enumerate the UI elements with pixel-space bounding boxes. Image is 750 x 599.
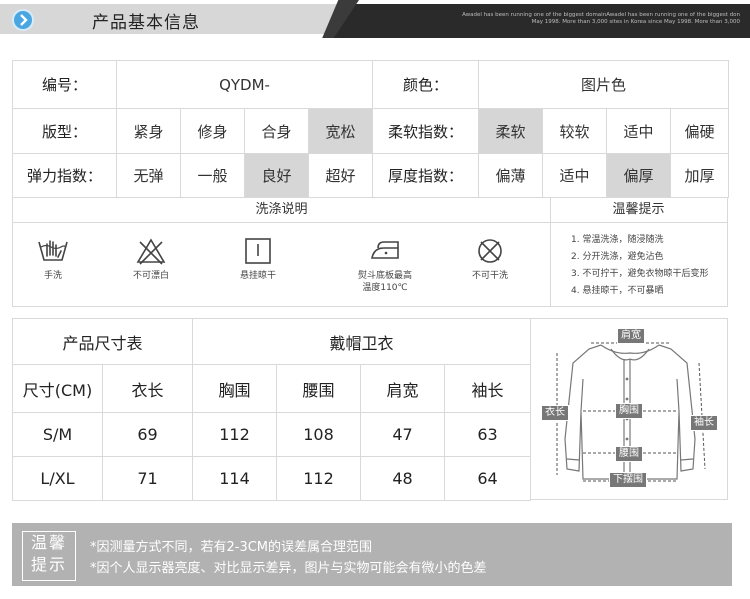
tips-title: 温馨提示 bbox=[550, 198, 727, 223]
size-cell: 64 bbox=[444, 456, 532, 501]
notice-line: *因测量方式不同，若有2-3CM的误差属合理范围 bbox=[90, 540, 373, 555]
wash-item-label: 不可干洗 bbox=[471, 271, 508, 281]
tips-list: 1. 常温洗涤，随浸随洗 2. 分开洗涤，避免沾色 3. 不可拧干，避免衣物晾干… bbox=[571, 232, 731, 300]
size-cell: 71 bbox=[101, 456, 194, 501]
measurement-diagram: 肩宽 衣长 胸围 袖长 腰围 下摆围 bbox=[530, 318, 728, 500]
product-name: 戴帽卫衣 bbox=[192, 318, 532, 365]
waist-label: 腰围 bbox=[615, 446, 643, 462]
color-label: 颜色： bbox=[372, 60, 479, 109]
size-header: 胸围 bbox=[192, 364, 278, 413]
tip-item: 3. 不可拧干，避免衣物晾干后变形 bbox=[571, 269, 709, 279]
notice-badge: 温馨 提示 bbox=[22, 531, 76, 581]
table-row: L/XL 71 114 112 48 64 bbox=[12, 456, 532, 501]
size-cell: 112 bbox=[276, 456, 362, 501]
wash-item: 手洗 bbox=[13, 236, 93, 282]
notice-banner: 温馨 提示 *因测量方式不同，若有2-3CM的误差属合理范围 *因个人显示器亮度… bbox=[12, 523, 732, 586]
thickness-option: 加厚 bbox=[669, 153, 730, 198]
size-cell: 63 bbox=[444, 412, 532, 457]
tip-item: 2. 分开洗涤，避免沾色 bbox=[571, 252, 664, 262]
tip-item: 1. 常温洗涤，随浸随洗 bbox=[571, 235, 664, 245]
elastic-option: 一般 bbox=[180, 153, 245, 198]
shoulder-label: 肩宽 bbox=[617, 328, 645, 344]
size-table: 产品尺寸表 戴帽卫衣 尺寸(CM) 衣长 胸围 腰围 肩宽 袖长 S/M 69 … bbox=[11, 318, 532, 501]
softness-option: 较软 bbox=[542, 108, 607, 154]
elastic-option-selected: 良好 bbox=[244, 153, 309, 198]
softness-option: 偏硬 bbox=[669, 108, 730, 154]
notice-badge-line2: 提示 bbox=[30, 555, 67, 574]
fit-option: 紧身 bbox=[116, 108, 181, 154]
fit-option-selected: 宽松 bbox=[308, 108, 373, 154]
english-line-1: Awadel has been running one of the bigge… bbox=[462, 12, 740, 18]
size-cell: 47 bbox=[360, 412, 446, 457]
notice-badge-line1: 温馨 bbox=[30, 533, 67, 552]
hang-dry-icon bbox=[245, 238, 271, 264]
wash-title: 洗涤说明 bbox=[13, 198, 551, 223]
wash-item-label: 悬挂晾干 bbox=[239, 271, 276, 281]
chevron-right-icon bbox=[12, 9, 34, 31]
thickness-option-selected: 偏厚 bbox=[606, 153, 671, 198]
divider bbox=[550, 222, 551, 306]
table-row: S/M 69 112 108 47 63 bbox=[12, 412, 532, 457]
size-header: 尺寸(CM) bbox=[12, 364, 103, 413]
softness-option-selected: 柔软 bbox=[478, 108, 543, 154]
product-info-table: 编号： QYDM- 颜色： 图片色 版型： 紧身 修身 合身 宽松 柔软指数： … bbox=[12, 60, 730, 198]
size-cell: 112 bbox=[192, 412, 278, 457]
wash-item: 悬挂晾干 bbox=[218, 236, 298, 282]
thickness-label: 厚度指数： bbox=[372, 153, 479, 198]
size-cell: S/M bbox=[12, 412, 103, 457]
iron-label-line2: 温度110℃ bbox=[362, 283, 408, 293]
english-line-2: May 1998. More than 3,000 sites in Korea… bbox=[531, 19, 740, 25]
hem-label: 下摆围 bbox=[609, 472, 647, 488]
hand-wash-icon bbox=[38, 240, 68, 261]
notice-line: *因个人显示器亮度、对比显示差异，图片与实物可能会有微小的色差 bbox=[90, 561, 487, 576]
size-header: 腰围 bbox=[276, 364, 362, 413]
wash-item: 不可干洗 bbox=[450, 236, 530, 282]
elastic-label: 弹力指数： bbox=[12, 153, 117, 198]
softness-option: 适中 bbox=[606, 108, 671, 154]
elastic-option: 超好 bbox=[308, 153, 373, 198]
length-label: 衣长 bbox=[541, 405, 569, 421]
size-cell: L/XL bbox=[12, 456, 103, 501]
wash-instructions: 洗涤说明 温馨提示 手洗 不可漂白 悬挂晾干 熨斗底板最高 温度110℃ 不可干… bbox=[12, 197, 728, 307]
elastic-option: 无弹 bbox=[116, 153, 181, 198]
iron-icon bbox=[371, 241, 399, 259]
iron-label-line1: 熨斗底板最高 bbox=[357, 271, 412, 281]
size-cell: 48 bbox=[360, 456, 446, 501]
fit-option: 合身 bbox=[244, 108, 309, 154]
size-cell: 108 bbox=[276, 412, 362, 457]
tip-item: 4. 悬挂晾干，不可暴晒 bbox=[571, 286, 664, 296]
header-banner: 产品基本信息 Awadel has been running one of th… bbox=[0, 0, 750, 38]
wash-item-label: 熨斗底板最高 温度110℃ bbox=[345, 270, 425, 294]
wash-item-label: 不可漂白 bbox=[132, 271, 169, 281]
fit-option: 修身 bbox=[180, 108, 245, 154]
softness-label: 柔软指数： bbox=[372, 108, 479, 154]
color-value: 图片色 bbox=[477, 60, 730, 109]
banner-english-text: Awadel has been running one of the bigge… bbox=[440, 12, 740, 26]
code-value: QYDM- bbox=[116, 60, 373, 109]
wash-item: 熨斗底板最高 温度110℃ bbox=[345, 236, 425, 294]
no-bleach-icon bbox=[136, 238, 166, 265]
thickness-option: 偏薄 bbox=[478, 153, 543, 198]
no-tumble-dry-icon bbox=[478, 239, 502, 263]
code-label: 编号： bbox=[12, 60, 117, 109]
wash-item-label: 手洗 bbox=[43, 271, 62, 281]
chest-label: 胸围 bbox=[615, 403, 643, 419]
size-table-title: 产品尺寸表 bbox=[11, 318, 194, 365]
size-cell: 69 bbox=[101, 412, 194, 457]
size-header: 袖长 bbox=[444, 364, 532, 413]
wash-item: 不可漂白 bbox=[111, 236, 191, 282]
thickness-option: 适中 bbox=[542, 153, 607, 198]
sleeve-label: 袖长 bbox=[690, 415, 718, 431]
size-header: 肩宽 bbox=[360, 364, 446, 413]
page-title: 产品基本信息 bbox=[92, 13, 200, 33]
size-header: 衣长 bbox=[101, 364, 194, 413]
fit-label: 版型： bbox=[12, 108, 117, 154]
size-cell: 114 bbox=[192, 456, 278, 501]
